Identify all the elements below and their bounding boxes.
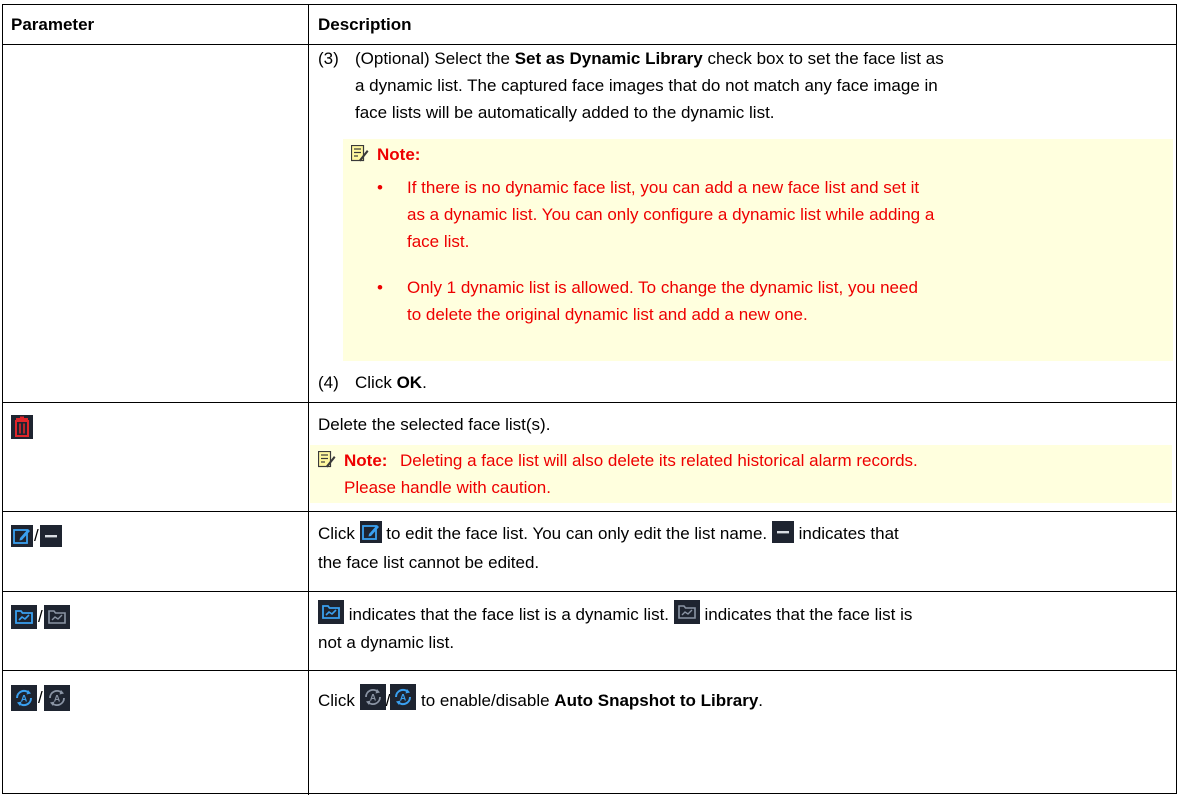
dynamic-list-icon: [318, 600, 344, 624]
step4-text-pre: Click: [355, 373, 397, 392]
note-bullet2-line1: Only 1 dynamic list is allowed. To chang…: [407, 278, 918, 297]
slash: /: [38, 688, 43, 707]
column-divider: [308, 512, 309, 591]
note-bullet1-line3: face list.: [407, 232, 470, 251]
edit-description-line1: Click to edit the face list. You can onl…: [318, 520, 899, 547]
table-row-delete: Delete the selected face list(s). Note: …: [3, 403, 1176, 512]
note-bullet2-line2: to delete the original dynamic list and …: [407, 305, 808, 324]
step3-line3: face lists will be automatically added t…: [355, 103, 775, 122]
step3-line1: (Optional) Select the Set as Dynamic Lib…: [355, 45, 944, 72]
step4-text-post: .: [422, 373, 427, 392]
note-box-dynamic-list: Note: • If there is no dynamic face list…: [343, 139, 1173, 361]
slash: /: [38, 607, 43, 626]
note-icon: [351, 145, 369, 162]
note-icon: [318, 451, 336, 468]
note-bullet1-line2: as a dynamic list. You can only configur…: [407, 205, 935, 224]
edit-text-pre: Click: [318, 524, 360, 543]
table-header-row: Parameter Description: [3, 5, 1176, 45]
parameter-table: Parameter Description (3) (Optional) Sel…: [2, 4, 1177, 795]
dynamic-list-icon: [11, 605, 37, 629]
auto-snapshot-on-icon: A: [11, 685, 37, 711]
step3-text-pre: (Optional) Select the: [355, 49, 515, 68]
dynamic-icons-cell: /: [11, 605, 70, 629]
not-editable-icon: [39, 525, 62, 547]
non-dynamic-list-icon: [673, 600, 700, 624]
delete-note-line2: Please handle with caution.: [344, 478, 551, 497]
delete-description: Delete the selected face list(s).: [318, 415, 551, 434]
dynamic-text-b: indicates that the face list is: [699, 605, 913, 624]
edit-description-line2: the face list cannot be edited.: [318, 553, 540, 572]
delete-icon: [11, 415, 33, 439]
svg-text:A: A: [21, 694, 28, 704]
column-divider: [308, 403, 309, 511]
dynamic-description-line1: indicates that the face list is a dynami…: [318, 600, 912, 628]
step3-number: (3): [318, 49, 339, 68]
header-description: Description: [318, 15, 412, 34]
auto-snapshot-on-icon: A: [390, 684, 417, 710]
column-divider: [308, 5, 309, 44]
snapshot-text-post: .: [758, 691, 764, 710]
dynamic-text-a: indicates that the face list is a dynami…: [344, 605, 674, 624]
table-row-dynamic: / indicates that the face list is a dyna…: [3, 592, 1176, 671]
table-row-add-face-list: (3) (Optional) Select the Set as Dynamic…: [3, 45, 1176, 403]
step3-line2: a dynamic list. The captured face images…: [355, 76, 938, 95]
step4-number: (4): [318, 373, 339, 392]
svg-text:A: A: [53, 694, 60, 704]
note-bullet1-line1: If there is no dynamic face list, you ca…: [407, 178, 920, 197]
column-divider: [308, 671, 309, 795]
snapshot-icons-cell: A / A: [11, 685, 70, 711]
set-as-dynamic-library-label: Set as Dynamic Library: [514, 49, 703, 68]
bullet-marker: •: [377, 278, 383, 297]
slash: /: [34, 526, 39, 545]
not-editable-icon: [771, 521, 794, 543]
snapshot-text-mid: to enable/disable: [416, 691, 555, 710]
auto-snapshot-to-library-label: Auto Snapshot to Library: [554, 691, 759, 710]
bullet-marker: •: [377, 178, 383, 197]
edit-text-post: indicates that: [793, 524, 899, 543]
dynamic-description-line2: not a dynamic list.: [318, 633, 455, 652]
step3-text-post: check box to set the face list as: [702, 49, 944, 68]
note-box-delete: Note: Deleting a face list will also del…: [310, 445, 1172, 503]
table-row-edit: / Click to edit the face list. You can o…: [3, 512, 1176, 592]
header-parameter: Parameter: [11, 15, 95, 34]
delete-note-line1: Deleting a face list will also delete it…: [400, 451, 918, 470]
step4-text: Click OK.: [355, 369, 427, 396]
edit-icon: [11, 525, 33, 547]
edit-icons-cell: /: [11, 525, 62, 547]
snapshot-description: Click A / A to enable/disable Auto Snapsho…: [318, 684, 763, 714]
non-dynamic-list-icon: [43, 605, 70, 629]
ok-label: OK: [396, 373, 423, 392]
svg-text:A: A: [400, 693, 407, 703]
auto-snapshot-off-icon: A: [359, 684, 386, 710]
note-label: Note:: [344, 451, 388, 470]
auto-snapshot-off-icon: A: [43, 685, 70, 711]
column-divider: [308, 592, 309, 670]
column-divider: [308, 45, 309, 402]
edit-text-mid: to edit the face list. You can only edit…: [381, 524, 772, 543]
note-label: Note:: [377, 145, 421, 164]
svg-text:A: A: [369, 693, 376, 703]
table-row-auto-snapshot: A / A Click A / A to enable/disable Auto S…: [3, 671, 1176, 795]
snapshot-text-pre: Click: [318, 691, 360, 710]
edit-icon: [359, 521, 382, 543]
